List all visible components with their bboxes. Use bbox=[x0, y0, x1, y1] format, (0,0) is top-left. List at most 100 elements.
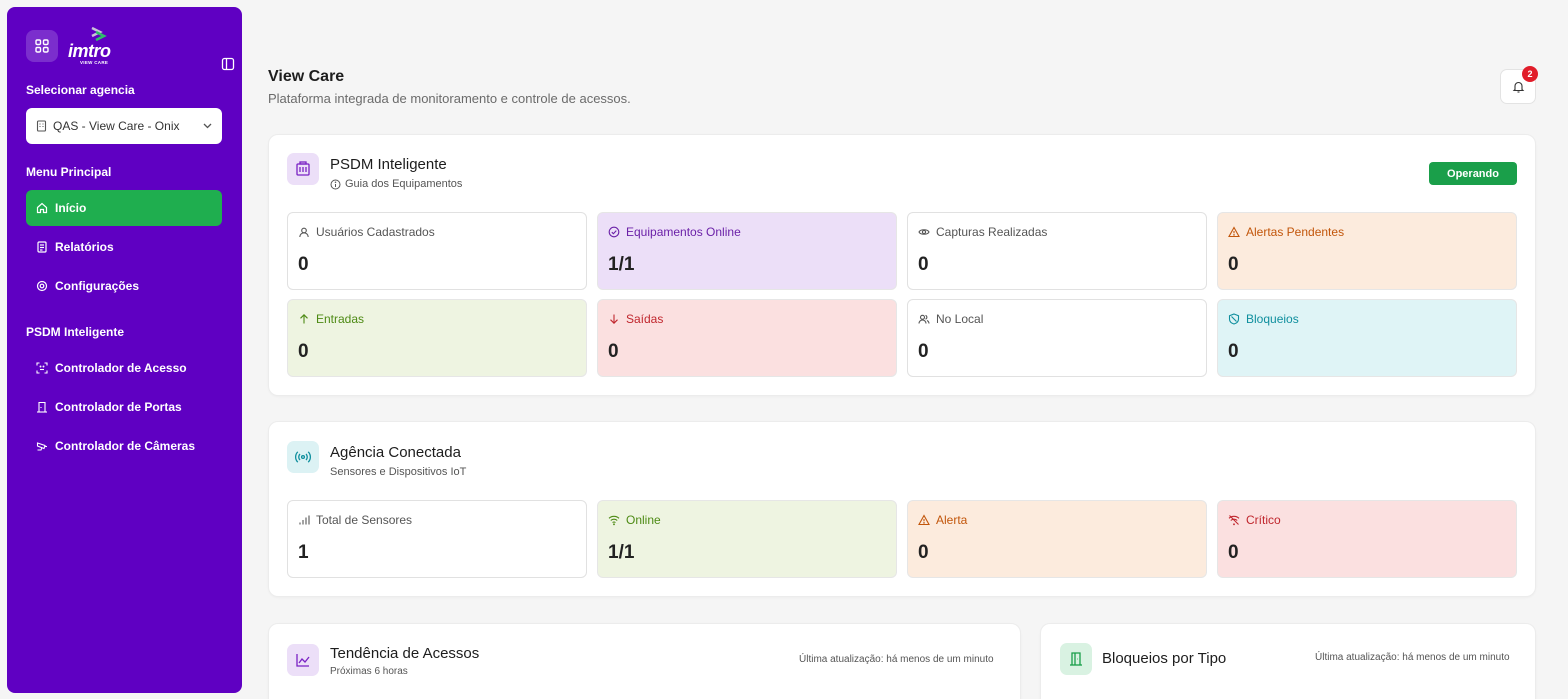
stat-card: Equipamentos Online 1/1 bbox=[597, 212, 897, 290]
warning-icon bbox=[1228, 226, 1240, 238]
logo-text: imtro bbox=[68, 41, 111, 61]
camera-icon bbox=[36, 442, 47, 451]
stat-label: Alertas Pendentes bbox=[1246, 225, 1345, 239]
trend-card-title: Tendência de Acessos bbox=[330, 645, 480, 662]
blocks-last-updated: Última atualização: há menos de um minut… bbox=[1315, 652, 1510, 663]
stat-label: Bloqueios bbox=[1246, 312, 1299, 326]
arrow-down-icon bbox=[610, 314, 618, 324]
stat-value: 0 bbox=[608, 341, 619, 362]
settings-icon bbox=[36, 280, 48, 292]
building-icon bbox=[36, 120, 47, 132]
eye-icon bbox=[918, 229, 930, 235]
stat-value: 0 bbox=[918, 542, 929, 563]
sidebar-item-controlador-cameras[interactable]: Controlador de Câmeras bbox=[26, 428, 222, 464]
stat-value: 0 bbox=[918, 341, 929, 362]
stat-card: Crítico 0 bbox=[1217, 500, 1517, 578]
stat-card: Saídas 0 bbox=[597, 299, 897, 377]
agency-select-value: QAS - View Care - Onix bbox=[53, 119, 180, 133]
sidebar-item-relatorios[interactable]: Relatórios bbox=[26, 229, 222, 265]
stat-label-row: Online bbox=[608, 513, 661, 527]
stat-card: Total de Sensores 1 bbox=[287, 500, 587, 578]
stat-label-row: No Local bbox=[918, 312, 983, 326]
bell-icon bbox=[1512, 81, 1524, 93]
sidebar-item-label: Relatórios bbox=[55, 240, 114, 254]
page-title: View Care bbox=[268, 68, 345, 85]
stat-label-row: Bloqueios bbox=[1228, 312, 1299, 326]
agency-card-title: Agência Conectada bbox=[330, 444, 461, 461]
sidebar-item-inicio[interactable]: Início bbox=[26, 190, 222, 226]
stat-value: 0 bbox=[1228, 341, 1239, 362]
users-icon bbox=[299, 227, 309, 238]
arrow-up-icon bbox=[300, 314, 308, 324]
stat-card: Alerta 0 bbox=[907, 500, 1207, 578]
sidebar-item-controlador-acesso[interactable]: Controlador de Acesso bbox=[26, 350, 222, 386]
sidebar-item-label: Controlador de Câmeras bbox=[55, 439, 196, 453]
sidebar-item-label: Início bbox=[55, 201, 87, 215]
stat-card: Entradas 0 bbox=[287, 299, 587, 377]
home-icon bbox=[36, 202, 48, 214]
stat-card: Capturas Realizadas 0 bbox=[907, 212, 1207, 290]
sidebar-item-label: Controlador de Acesso bbox=[55, 361, 187, 375]
sidebar-item-configuracoes[interactable]: Configurações bbox=[26, 268, 222, 304]
psdm-card-subtitle: Guia dos Equipamentos bbox=[345, 178, 463, 190]
stat-value: 0 bbox=[1228, 542, 1239, 563]
stat-label: Crítico bbox=[1246, 513, 1281, 527]
stat-label: No Local bbox=[936, 312, 984, 326]
stat-value: 1 bbox=[298, 542, 309, 563]
sidebar-collapse-icon[interactable] bbox=[221, 57, 235, 71]
stat-label: Saídas bbox=[626, 312, 664, 326]
stat-card: Alertas Pendentes 0 bbox=[1217, 212, 1517, 290]
page-subtitle: Plataforma integrada de monitoramento e … bbox=[268, 91, 631, 106]
stat-value: 1/1 bbox=[608, 542, 635, 563]
trend-last-updated: Última atualização: há menos de um minut… bbox=[799, 654, 994, 665]
stat-label-row: Crítico bbox=[1228, 513, 1281, 527]
stat-card: Online 1/1 bbox=[597, 500, 897, 578]
info-icon bbox=[330, 179, 341, 189]
bars-icon bbox=[299, 515, 310, 525]
building-icon bbox=[287, 153, 319, 185]
psdm-card-subtitle-row[interactable]: Guia dos Equipamentos bbox=[330, 178, 462, 190]
stat-card: Bloqueios 0 bbox=[1217, 299, 1517, 377]
check-circle-icon bbox=[608, 226, 620, 238]
stat-label: Alerta bbox=[936, 513, 968, 527]
door-icon bbox=[1060, 643, 1092, 675]
logo-subtext: VIEW CARE bbox=[80, 60, 109, 65]
menu-principal-label: Menu Principal bbox=[26, 165, 112, 179]
stat-label-row: Equipamentos Online bbox=[608, 225, 741, 239]
psdm-section-label: PSDM Inteligente bbox=[26, 325, 125, 339]
agency-card-subtitle: Sensores e Dispositivos IoT bbox=[330, 466, 467, 478]
apps-grid-icon[interactable] bbox=[26, 30, 58, 62]
stat-label-row: Capturas Realizadas bbox=[918, 225, 1047, 239]
wifi-icon bbox=[608, 515, 620, 526]
shield-icon bbox=[1228, 313, 1240, 325]
trend-card-subtitle: Próximas 6 horas bbox=[330, 666, 408, 677]
scan-icon bbox=[36, 362, 48, 374]
agency-select-label: Selecionar agencia bbox=[26, 83, 135, 97]
stat-label-row: Saídas bbox=[608, 312, 663, 326]
stat-label-row: Alerta bbox=[918, 513, 967, 527]
door-icon bbox=[37, 401, 47, 413]
stat-label: Entradas bbox=[316, 312, 365, 326]
line-chart-icon bbox=[287, 644, 319, 676]
sidebar-item-controlador-portas[interactable]: Controlador de Portas bbox=[26, 389, 222, 425]
stat-label: Total de Sensores bbox=[316, 513, 413, 527]
broadcast-icon bbox=[287, 441, 319, 473]
stat-label-row: Usuários Cadastrados bbox=[298, 225, 435, 239]
wifi-off-icon bbox=[1228, 515, 1240, 526]
stat-value: 1/1 bbox=[608, 254, 635, 275]
chevron-down-icon bbox=[203, 123, 212, 129]
stat-label: Online bbox=[626, 513, 661, 527]
notification-count-badge: 2 bbox=[1522, 66, 1538, 82]
sidebar-item-label: Controlador de Portas bbox=[55, 400, 182, 414]
agency-select[interactable]: QAS - View Care - Onix bbox=[26, 108, 222, 144]
stat-label: Capturas Realizadas bbox=[936, 225, 1048, 239]
stat-value: 0 bbox=[1228, 254, 1239, 275]
blocks-card-title: Bloqueios por Tipo bbox=[1102, 650, 1227, 667]
simtro-logo: imtro VIEW CARE bbox=[68, 27, 132, 67]
stat-value: 0 bbox=[298, 341, 309, 362]
stat-label: Equipamentos Online bbox=[626, 225, 741, 239]
sidebar: imtro VIEW CARE Selecionar agencia QAS -… bbox=[7, 7, 242, 693]
stat-card: No Local 0 bbox=[907, 299, 1207, 377]
report-icon bbox=[37, 241, 47, 253]
stat-value: 0 bbox=[918, 254, 929, 275]
